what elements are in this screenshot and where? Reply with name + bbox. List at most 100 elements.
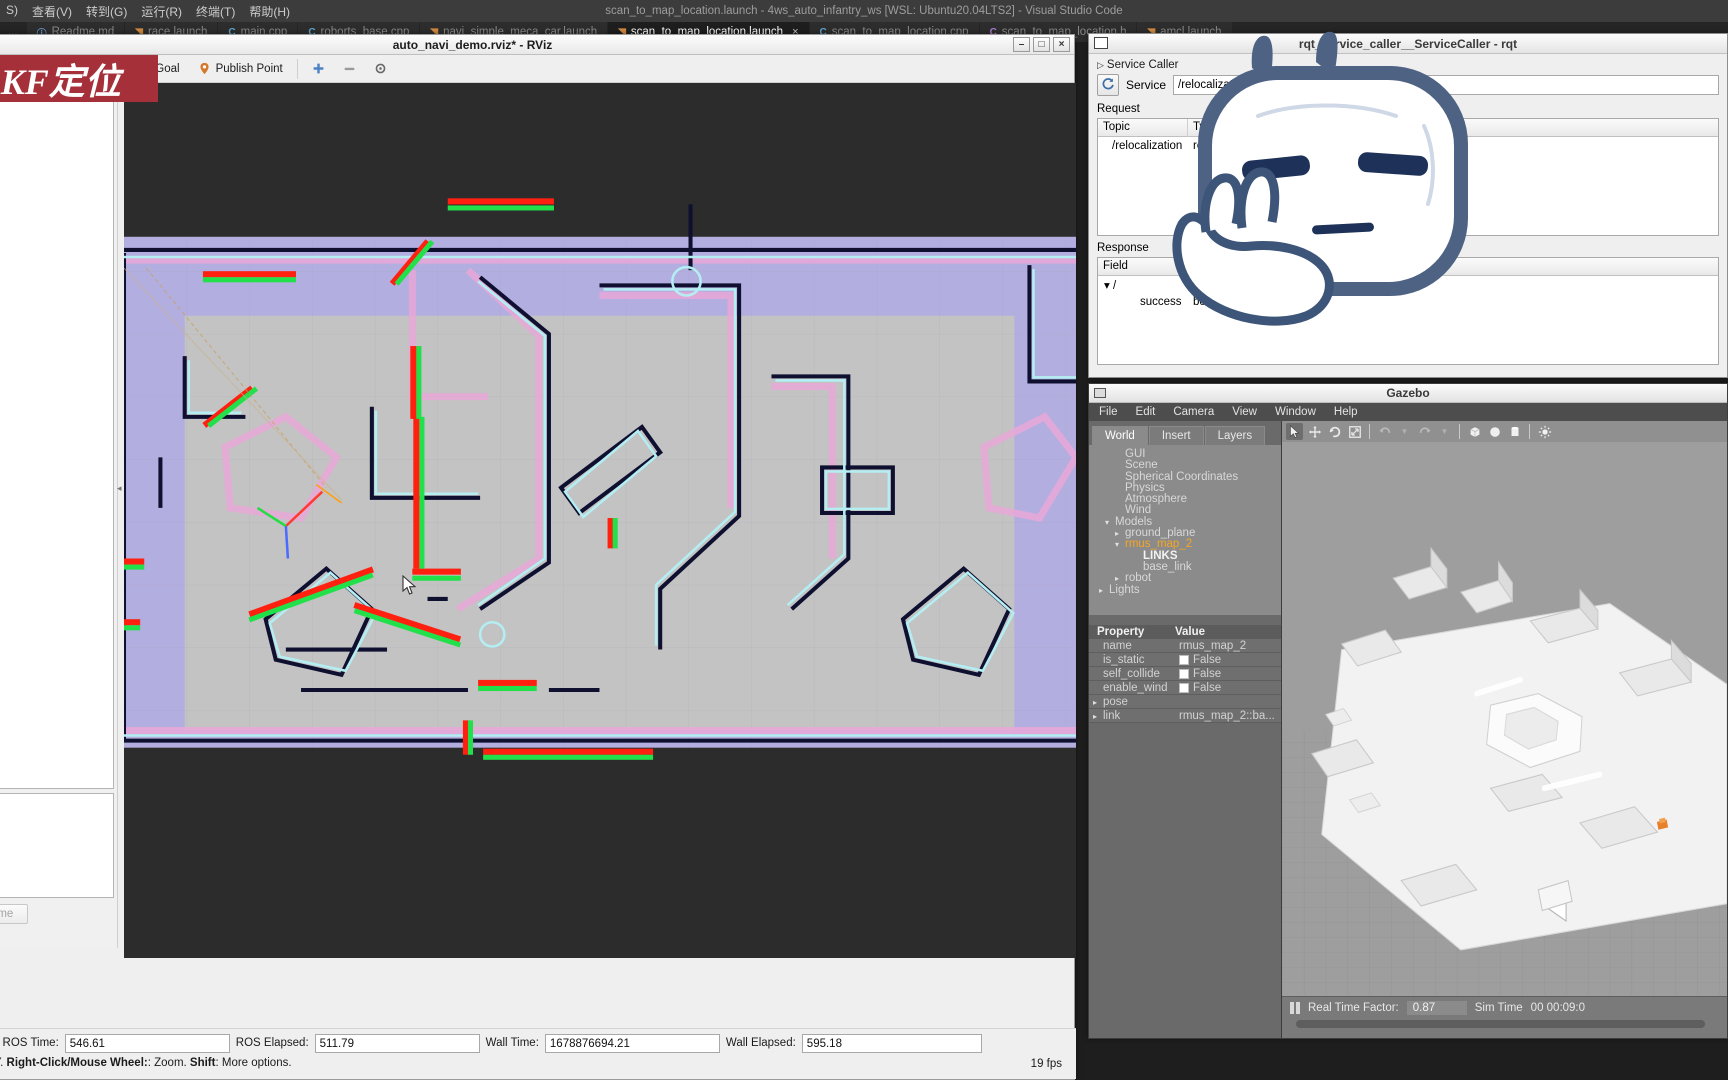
tree-item-lights[interactable]: ▸ Lights: [1097, 584, 1281, 596]
minimize-icon[interactable]: –: [1013, 37, 1030, 52]
display-properties-panel[interactable]: [0, 793, 114, 898]
menu-item-0[interactable]: S): [6, 3, 18, 20]
undo-dropdown-icon[interactable]: ▼: [1396, 423, 1413, 440]
expander-icon[interactable]: ▸: [1099, 585, 1109, 596]
menu-item-window[interactable]: Window: [1275, 406, 1316, 418]
box-icon[interactable]: [1466, 423, 1483, 440]
light-icon[interactable]: [1536, 423, 1553, 440]
menu-item-5[interactable]: 帮助(H): [249, 3, 290, 20]
expander-icon[interactable]: ▸: [1115, 573, 1125, 584]
ros-time-field[interactable]: 546.61: [64, 1033, 230, 1053]
menu-item-edit[interactable]: Edit: [1136, 406, 1156, 418]
menu-item-view[interactable]: View: [1232, 406, 1257, 418]
table-row[interactable]: self_collide False: [1089, 667, 1281, 681]
add-tool-button[interactable]: [303, 60, 334, 77]
rviz-toolbar[interactable]: Estimate 2D Nav Goal Publish Point: [0, 55, 1074, 83]
display-item[interactable]: [0, 324, 113, 342]
maximize-icon[interactable]: □: [1033, 37, 1050, 52]
rviz-window[interactable]: auto_navi_demo.rviz* - RViz – □ × Estima…: [0, 34, 1076, 1080]
rviz-window-controls[interactable]: – □ ×: [1013, 37, 1070, 52]
is-static-checkbox[interactable]: [1179, 654, 1189, 665]
expander-icon[interactable]: ▾: [1104, 280, 1110, 292]
redo-dropdown-icon[interactable]: ▼: [1436, 423, 1453, 440]
display-item[interactable]: [0, 216, 113, 234]
displays-tree[interactable]: [0, 89, 114, 789]
rviz-3d-view[interactable]: [124, 83, 1076, 959]
display-item[interactable]: [0, 306, 113, 324]
gazebo-left-panel[interactable]: World Insert Layers GUI Scene Spherical …: [1089, 421, 1281, 1038]
display-item[interactable]: [0, 108, 113, 126]
table-row[interactable]: name rmus_map_2: [1089, 639, 1281, 653]
gazebo-status-row[interactable]: Real Time Factor: 0.87 Sim Time 00 00:09…: [1282, 997, 1727, 1019]
table-row[interactable]: success bool: [1098, 293, 1718, 310]
remove-tool-button[interactable]: [334, 60, 365, 77]
request-table[interactable]: Topic Type /relocalization robo: [1097, 118, 1719, 236]
table-row[interactable]: ▾ / robor: [1098, 276, 1718, 293]
display-item[interactable]: [0, 450, 113, 468]
expander-icon[interactable]: ▸: [1093, 698, 1103, 707]
display-item[interactable]: [0, 126, 113, 144]
gazebo-window[interactable]: Gazebo File Edit Camera View Window Help…: [1088, 383, 1728, 1039]
close-icon[interactable]: ×: [1053, 37, 1070, 52]
scale-icon[interactable]: [1346, 423, 1363, 440]
display-item[interactable]: [0, 288, 113, 306]
expander-icon[interactable]: ▾: [1115, 539, 1125, 550]
display-item[interactable]: [0, 432, 113, 450]
table-row[interactable]: ▸ link rmus_map_2::ba...: [1089, 709, 1281, 723]
rename-button[interactable]: Rename: [0, 904, 29, 924]
rviz-time-fields[interactable]: ion: Off ROS Time: 546.61 ROS Elapsed: 5…: [0, 1029, 1076, 1057]
gazebo-3d-view[interactable]: ▼ ▼ Real Time Factor: 0.87 Sim Time 00 0…: [1281, 421, 1727, 1038]
display-item[interactable]: [0, 198, 113, 216]
expander-icon[interactable]: ▸: [1115, 528, 1125, 539]
redo-icon[interactable]: [1416, 423, 1433, 440]
response-table[interactable]: Field Type ▾ / robor success bool: [1097, 257, 1719, 365]
menu-item-2[interactable]: 转到(G): [86, 3, 127, 20]
menu-item-1[interactable]: 查看(V): [32, 3, 72, 20]
service-row[interactable]: Service /relocalization: [1097, 74, 1719, 96]
display-item[interactable]: [0, 378, 113, 396]
gazebo-toolbar[interactable]: ▼ ▼: [1282, 421, 1727, 442]
tab-world[interactable]: World: [1092, 426, 1148, 445]
expander-icon[interactable]: ▸: [1093, 712, 1103, 721]
occupancy-map-render[interactable]: [124, 83, 1076, 959]
display-item[interactable]: [0, 396, 113, 414]
wall-time-field[interactable]: 1678876694.21: [544, 1033, 720, 1053]
rqt-service-caller-window[interactable]: rqt_service_caller__ServiceCaller - rqt …: [1088, 33, 1728, 378]
publish-point-button[interactable]: Publish Point: [189, 60, 292, 77]
cylinder-icon[interactable]: [1506, 423, 1523, 440]
tree-item-rmus-map-2[interactable]: ▾ rmus_map_2: [1097, 538, 1281, 550]
tab-insert[interactable]: Insert: [1148, 426, 1204, 445]
table-row[interactable]: ▸ pose: [1089, 695, 1281, 709]
world-tree[interactable]: GUI Scene Spherical Coordinates Physics …: [1089, 445, 1281, 615]
display-item[interactable]: [0, 414, 113, 432]
display-item[interactable]: [0, 468, 113, 486]
service-name-input[interactable]: /relocalization: [1173, 75, 1719, 95]
gazebo-menubar[interactable]: File Edit Camera View Window Help: [1089, 403, 1727, 421]
enable-wind-checkbox[interactable]: [1179, 682, 1189, 693]
rviz-displays-panel[interactable]: Remove Rename: [0, 83, 118, 948]
display-item[interactable]: [0, 252, 113, 270]
display-item[interactable]: [0, 234, 113, 252]
menu-item-help[interactable]: Help: [1334, 406, 1358, 418]
service-caller-header[interactable]: ▷ Service Caller: [1097, 59, 1719, 71]
gazebo-scene-render[interactable]: [1282, 442, 1727, 996]
rotate-icon[interactable]: [1326, 423, 1343, 440]
table-row[interactable]: is_static False: [1089, 653, 1281, 667]
display-item[interactable]: [0, 162, 113, 180]
timeline-bar[interactable]: [1296, 1020, 1705, 1028]
ros-elapsed-field[interactable]: 511.79: [314, 1033, 480, 1053]
table-row[interactable]: enable_wind False: [1089, 681, 1281, 695]
refresh-button[interactable]: [1097, 74, 1119, 96]
chevron-right-icon[interactable]: ▷: [1097, 60, 1104, 71]
display-item[interactable]: [0, 144, 113, 162]
vscode-menubar[interactable]: S) 查看(V) 转到(G) 运行(R) 终端(T) 帮助(H): [0, 3, 290, 20]
tool-properties-button[interactable]: [365, 60, 396, 77]
menu-item-4[interactable]: 终端(T): [196, 3, 235, 20]
select-arrow-icon[interactable]: [1286, 423, 1303, 440]
menu-item-3[interactable]: 运行(R): [141, 3, 182, 20]
display-item[interactable]: [0, 180, 113, 198]
tab-layers[interactable]: Layers: [1204, 426, 1266, 445]
display-item[interactable]: [0, 270, 113, 288]
tree-item-robot[interactable]: ▸ robot: [1097, 572, 1281, 584]
wall-elapsed-field[interactable]: 595.18: [801, 1033, 982, 1053]
